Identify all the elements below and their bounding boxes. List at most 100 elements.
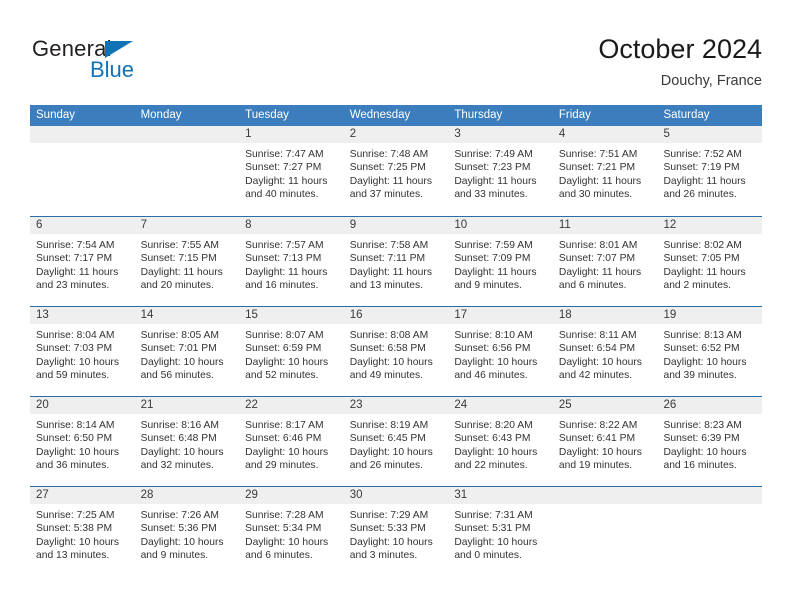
weekday-header-wednesday: Wednesday — [349, 109, 411, 121]
day-details: Sunrise: 7:31 AM Sunset: 5:31 PM Daylight:… — [448, 504, 553, 563]
day-cell-12[interactable]: 12 Sunrise: 8:02 AM Sunset: 7:05 PM Dayligh… — [657, 217, 763, 306]
daylight-text: Daylight: 11 hours — [245, 175, 328, 187]
calendar-weeks: 1 Sunrise: 7:47 AM Sunset: 7:27 PM Daylight… — [30, 126, 763, 576]
daylight-text: Daylight: 11 hours — [663, 175, 746, 187]
calendar-week-row: 27 Sunrise: 7:25 AM Sunset: 5:38 PM Dayligh… — [30, 486, 763, 576]
day-number: 18 — [558, 309, 572, 321]
day-cell-15[interactable]: 15 Sunrise: 8:07 AM Sunset: 6:59 PM Dayligh… — [239, 307, 344, 396]
day-cell-10[interactable]: 10 Sunrise: 7:59 AM Sunset: 7:09 PM Dayligh… — [448, 217, 553, 306]
sunset-text: Sunset: 6:58 PM — [349, 343, 426, 355]
sunset-text: Sunset: 5:34 PM — [245, 523, 322, 535]
page-subtitle: Douchy, France — [660, 73, 762, 89]
daylight-text: Daylight: 11 hours — [454, 175, 537, 187]
day-cell-7[interactable]: 7 Sunrise: 7:55 AM Sunset: 7:15 PM Daylight… — [134, 217, 240, 306]
day-cell-3[interactable]: 3 Sunrise: 7:49 AM Sunset: 7:23 PM Daylight… — [448, 126, 553, 216]
daylight-text: Daylight: 11 hours — [558, 175, 642, 187]
day-number: 3 — [454, 128, 461, 140]
day-number: 22 — [245, 399, 258, 411]
sunset-text: Sunset: 7:25 PM — [349, 162, 426, 174]
day-number-band: 24 — [448, 397, 553, 414]
day-cell-23[interactable]: 23 Sunrise: 8:19 AM Sunset: 6:45 PM Dayligh… — [343, 397, 449, 486]
day-details: Sunrise: 7:57 AM Sunset: 7:13 PM Daylight:… — [239, 234, 344, 293]
daylight-text-cont: and 56 minutes. — [140, 370, 214, 382]
day-cell-13[interactable]: 13 Sunrise: 8:04 AM Sunset: 7:03 PM Dayligh… — [30, 307, 135, 396]
day-number: 6 — [36, 219, 43, 231]
day-number: 31 — [454, 489, 468, 501]
day-details: Sunrise: 8:13 AM Sunset: 6:52 PM Daylight:… — [657, 324, 762, 383]
day-cell-26[interactable]: 26 Sunrise: 8:23 AM Sunset: 6:39 PM Dayligh… — [657, 397, 763, 486]
day-number-band: 22 — [239, 397, 344, 414]
day-number: 13 — [36, 309, 49, 321]
day-number-band — [657, 487, 763, 504]
day-cell-21[interactable]: 21 Sunrise: 8:16 AM Sunset: 6:48 PM Dayligh… — [134, 397, 240, 486]
sunrise-text: Sunrise: 7:59 AM — [454, 240, 533, 251]
day-number-band: 21 — [134, 397, 240, 414]
day-cell-16[interactable]: 16 Sunrise: 8:08 AM Sunset: 6:58 PM Dayligh… — [343, 307, 449, 396]
day-cell-9[interactable]: 9 Sunrise: 7:58 AM Sunset: 7:11 PM Daylight… — [343, 217, 449, 306]
day-number: 12 — [663, 219, 677, 231]
sunset-text: Sunset: 6:43 PM — [454, 433, 531, 445]
day-cell-17[interactable]: 17 Sunrise: 8:10 AM Sunset: 6:56 PM Dayligh… — [448, 307, 553, 396]
day-cell-28[interactable]: 28 Sunrise: 7:26 AM Sunset: 5:36 PM Dayligh… — [134, 487, 240, 576]
daylight-text-cont: and 32 minutes. — [140, 460, 214, 472]
day-cell-31[interactable]: 31 Sunrise: 7:31 AM Sunset: 5:31 PM Dayligh… — [448, 487, 553, 576]
daylight-text: Daylight: 11 hours — [349, 266, 432, 278]
weekday-header-row: Sunday Monday Tuesday Wednesday Thursday Frid… — [30, 105, 762, 126]
day-cell-1[interactable]: 1 Sunrise: 7:47 AM Sunset: 7:27 PM Daylight… — [239, 126, 344, 216]
sunset-text: Sunset: 6:41 PM — [558, 433, 636, 445]
day-number: 11 — [558, 219, 571, 231]
calendar-week-row: 20 Sunrise: 8:14 AM Sunset: 6:50 PM Dayligh… — [30, 396, 763, 486]
day-cell-5[interactable]: 5 Sunrise: 7:52 AM Sunset: 7:19 PM Daylight… — [657, 126, 763, 216]
day-number: 30 — [349, 489, 363, 501]
day-cell-18[interactable]: 18 Sunrise: 8:11 AM Sunset: 6:54 PM Dayligh… — [552, 307, 658, 396]
day-cell-29[interactable]: 29 Sunrise: 7:28 AM Sunset: 5:34 PM Dayligh… — [239, 487, 344, 576]
day-cell-20[interactable]: 20 Sunrise: 8:14 AM Sunset: 6:50 PM Dayligh… — [30, 397, 135, 486]
page-header: General Blue October 2024 Douchy, France — [0, 0, 792, 100]
sunset-text: Sunset: 6:52 PM — [663, 343, 740, 355]
daylight-text-cont: and 20 minutes. — [140, 280, 214, 292]
day-cell-4[interactable]: 4 Sunrise: 7:51 AM Sunset: 7:21 PM Daylight… — [552, 126, 658, 216]
day-cell-19[interactable]: 19 Sunrise: 8:13 AM Sunset: 6:52 PM Dayligh… — [657, 307, 763, 396]
sunrise-text: Sunrise: 8:19 AM — [349, 420, 429, 431]
daylight-text-cont: and 42 minutes. — [558, 370, 633, 382]
day-number-band — [552, 487, 658, 504]
day-number: 20 — [36, 399, 49, 411]
daylight-text-cont: and 26 minutes. — [349, 460, 424, 472]
daylight-text-cont: and 40 minutes. — [245, 189, 319, 201]
day-cell-27[interactable]: 27 Sunrise: 7:25 AM Sunset: 5:38 PM Dayligh… — [30, 487, 135, 576]
sunrise-text: Sunrise: 8:20 AM — [454, 420, 533, 431]
daylight-text-cont: and 16 minutes. — [245, 280, 319, 292]
day-details: Sunrise: 8:17 AM Sunset: 6:46 PM Daylight:… — [239, 414, 344, 473]
sunrise-text: Sunrise: 7:48 AM — [349, 149, 429, 160]
day-cell-empty — [657, 487, 763, 576]
day-cell-25[interactable]: 25 Sunrise: 8:22 AM Sunset: 6:41 PM Dayligh… — [552, 397, 658, 486]
sunrise-text: Sunrise: 8:22 AM — [558, 420, 638, 431]
day-cell-24[interactable]: 24 Sunrise: 8:20 AM Sunset: 6:43 PM Dayligh… — [448, 397, 553, 486]
sunset-text: Sunset: 6:54 PM — [558, 343, 636, 355]
general-blue-logo[interactable]: General Blue — [32, 36, 252, 84]
day-details: Sunrise: 8:04 AM Sunset: 7:03 PM Daylight:… — [30, 324, 135, 383]
day-number-band: 6 — [30, 217, 135, 234]
day-details: Sunrise: 7:49 AM Sunset: 7:23 PM Daylight:… — [448, 143, 553, 202]
day-details: Sunrise: 7:55 AM Sunset: 7:15 PM Daylight:… — [135, 234, 240, 293]
day-details: Sunrise: 8:20 AM Sunset: 6:43 PM Daylight:… — [448, 414, 553, 473]
daylight-text: Daylight: 10 hours — [454, 536, 538, 548]
daylight-text-cont: and 33 minutes. — [454, 189, 528, 201]
day-cell-22[interactable]: 22 Sunrise: 8:17 AM Sunset: 6:46 PM Dayligh… — [239, 397, 344, 486]
daylight-text-cont: and 9 minutes. — [454, 280, 522, 292]
sunset-text: Sunset: 6:56 PM — [454, 343, 531, 355]
sunrise-text: Sunrise: 7:51 AM — [558, 149, 638, 160]
day-cell-8[interactable]: 8 Sunrise: 7:57 AM Sunset: 7:13 PM Daylight… — [239, 217, 344, 306]
day-number: 24 — [454, 399, 468, 411]
daylight-text-cont: and 29 minutes. — [245, 460, 319, 472]
sunset-text: Sunset: 6:45 PM — [349, 433, 426, 445]
day-cell-6[interactable]: 6 Sunrise: 7:54 AM Sunset: 7:17 PM Daylight… — [30, 217, 135, 306]
sunrise-text: Sunrise: 7:26 AM — [140, 510, 219, 521]
sunset-text: Sunset: 7:13 PM — [245, 253, 322, 265]
daylight-text-cont: and 6 minutes. — [558, 280, 627, 292]
day-cell-11[interactable]: 11 Sunrise: 8:01 AM Sunset: 7:07 PM Dayligh… — [552, 217, 658, 306]
day-cell-30[interactable]: 30 Sunrise: 7:29 AM Sunset: 5:33 PM Dayligh… — [343, 487, 449, 576]
day-cell-2[interactable]: 2 Sunrise: 7:48 AM Sunset: 7:25 PM Daylight… — [343, 126, 449, 216]
day-cell-14[interactable]: 14 Sunrise: 8:05 AM Sunset: 7:01 PM Dayligh… — [134, 307, 240, 396]
sunrise-text: Sunrise: 8:11 AM — [558, 330, 637, 341]
